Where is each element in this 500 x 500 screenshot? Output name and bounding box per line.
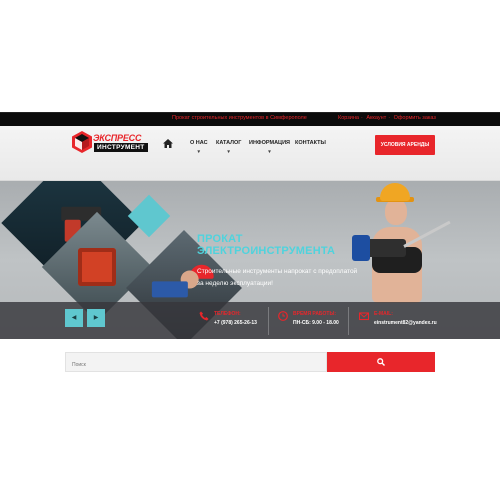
clock-icon bbox=[278, 311, 288, 321]
contact-value[interactable]: einstrument82@yandex.ru bbox=[374, 320, 437, 326]
hero-title: ПРОКАТ ЭЛЕКТРОИНСТРУМЕНТА bbox=[197, 233, 335, 257]
hero-title-line: ЭЛЕКТРОИНСТРУМЕНТА bbox=[197, 245, 336, 257]
nav-item-contacts[interactable]: КОНТАКТЫ bbox=[295, 140, 326, 146]
link-separator: · bbox=[360, 115, 363, 121]
nav-item-label: ИНФОРМАЦИЯ bbox=[249, 140, 290, 146]
contact-label: E-MAIL: bbox=[374, 311, 393, 317]
slider-prev-button[interactable]: ◀ bbox=[65, 309, 83, 327]
contact-value: ПН-СБ: 9.00 - 18.00 bbox=[293, 320, 339, 326]
chevron-down-icon: ▾ bbox=[197, 149, 201, 155]
rental-terms-button[interactable]: УСЛОВИЯ АРЕНДЫ bbox=[375, 135, 435, 155]
site-logo[interactable]: ЭКСПРЕСС ИНСТРУМЕНТ bbox=[72, 129, 148, 159]
link-separator: · bbox=[388, 115, 391, 121]
logo-cube-icon bbox=[72, 131, 92, 153]
nav-item-about[interactable]: О НАС ▾ bbox=[190, 140, 208, 155]
mail-icon bbox=[359, 312, 369, 321]
checkout-link[interactable]: Оформить заказ bbox=[394, 115, 436, 121]
slider-next-button[interactable]: ▶ bbox=[87, 309, 105, 327]
hero-slider: ПРОКАТ ЭЛЕКТРОИНСТРУМЕНТА Строительные и… bbox=[0, 181, 500, 339]
hero-subtitle-line: за неделю эксплуатации! bbox=[197, 280, 273, 287]
hero-title-line: ПРОКАТ bbox=[197, 233, 243, 245]
search-input[interactable] bbox=[66, 356, 326, 374]
account-link[interactable]: Аккаунт bbox=[366, 115, 386, 121]
phone-icon bbox=[199, 311, 209, 321]
search-button[interactable] bbox=[327, 352, 435, 372]
chevron-down-icon: ▾ bbox=[227, 149, 230, 155]
search-field-wrapper bbox=[65, 352, 327, 374]
search-bar bbox=[65, 352, 435, 374]
top-links: Корзина · Аккаунт · Оформить заказ bbox=[338, 115, 438, 121]
chevron-down-icon: ▾ bbox=[268, 149, 271, 155]
divider bbox=[268, 307, 269, 335]
home-icon[interactable] bbox=[163, 139, 173, 148]
search-icon bbox=[377, 358, 385, 366]
page: Прокат строительных инструментов в Симфе… bbox=[0, 0, 500, 500]
contact-label: ТЕЛЕФОН: bbox=[214, 311, 241, 317]
hero-subtitle-line: Строительные инструменты напрокат с пред… bbox=[197, 268, 358, 275]
nav-item-catalog[interactable]: КАТАЛОГ ▾ bbox=[216, 140, 241, 155]
nav-item-label: О НАС bbox=[190, 140, 208, 146]
nav-item-label: КОНТАКТЫ bbox=[295, 140, 326, 146]
header: ЭКСПРЕСС ИНСТРУМЕНТ О НАС ▾ КАТАЛОГ ▾ ИН… bbox=[0, 126, 500, 181]
contact-value[interactable]: +7 (978) 265-26-13 bbox=[214, 320, 257, 326]
cart-link[interactable]: Корзина bbox=[338, 115, 359, 121]
divider bbox=[348, 307, 349, 335]
logo-word-instrument: ИНСТРУМЕНТ bbox=[94, 143, 148, 152]
top-tagline: Прокат строительных инструментов в Симфе… bbox=[172, 115, 307, 121]
nav-item-info[interactable]: ИНФОРМАЦИЯ ▾ bbox=[249, 140, 290, 155]
nav-item-label: КАТАЛОГ bbox=[216, 140, 242, 146]
top-bar: Прокат строительных инструментов в Симфе… bbox=[0, 112, 500, 126]
hero-subtitle: Строительные инструменты напрокат с пред… bbox=[197, 266, 357, 290]
logo-word-express: ЭКСПРЕСС bbox=[93, 133, 142, 143]
contact-label: ВРЕМЯ РАБОТЫ: bbox=[293, 311, 337, 317]
